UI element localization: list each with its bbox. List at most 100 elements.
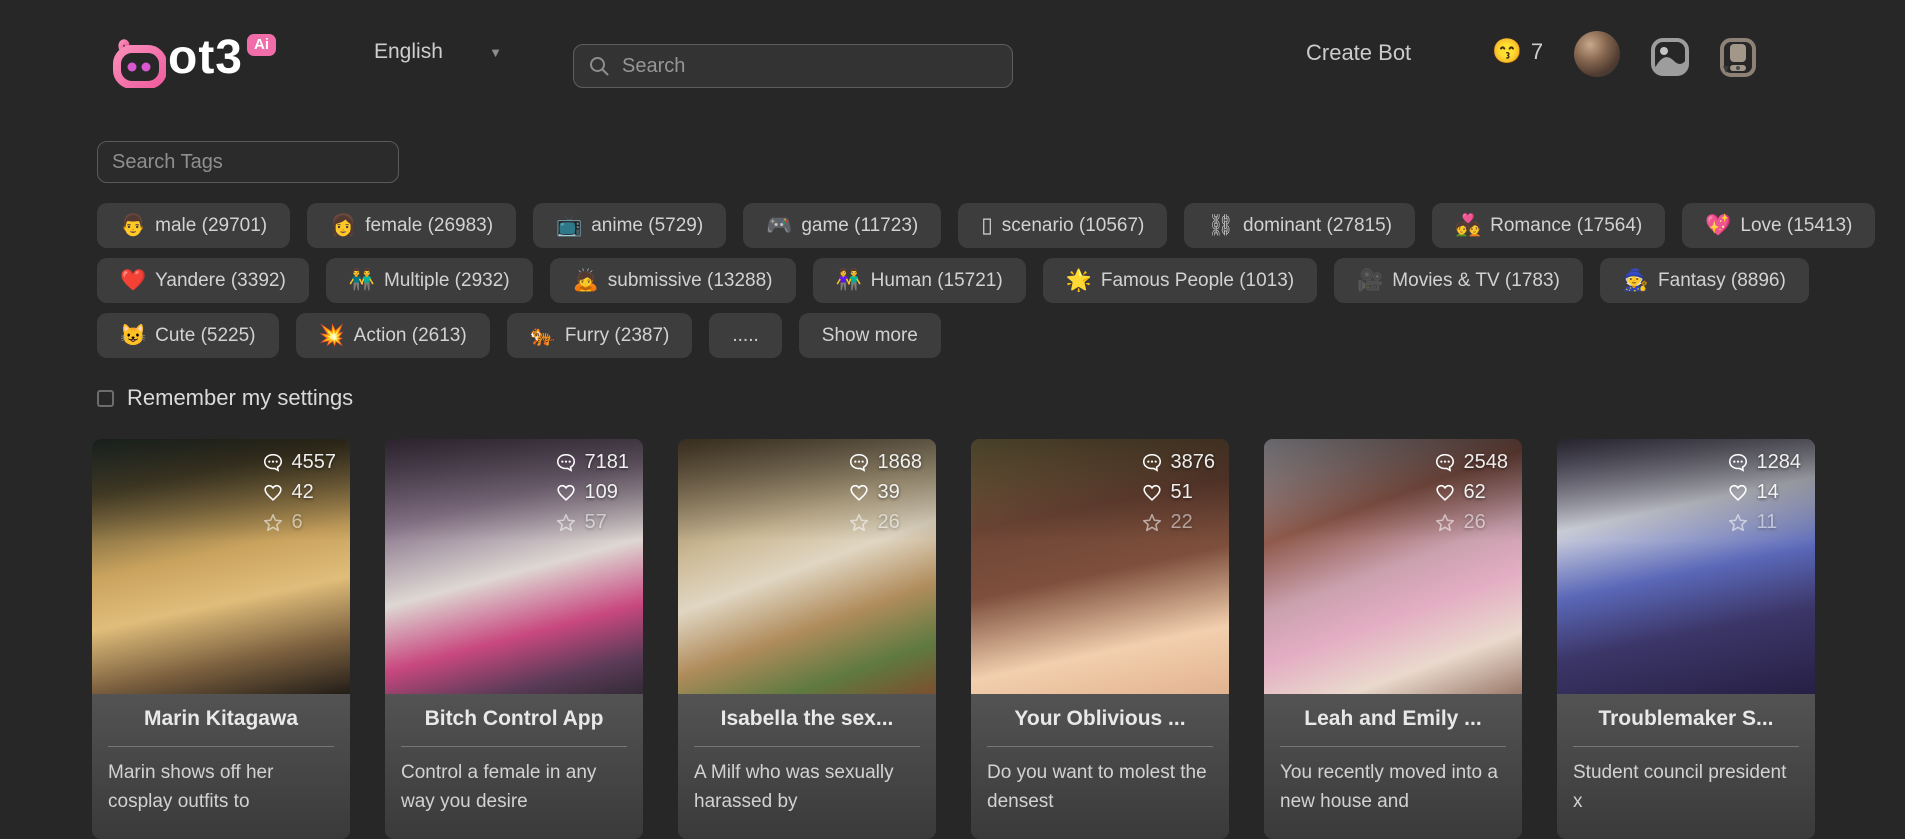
comments-stat: 7181 [555, 451, 630, 474]
heart-icon [848, 482, 870, 504]
likes-stat: 39 [848, 481, 900, 504]
tag-label: anime (5729) [591, 215, 703, 237]
tag-label: submissive (13288) [608, 270, 773, 292]
tag-label: scenario (10567) [1002, 215, 1145, 237]
star-icon [555, 512, 577, 534]
bot-card-isabella[interactable]: 1868 39 26 Isabella the sex... A Milf wh… [678, 439, 936, 839]
tag-submissive[interactable]: 🙇 submissive (13288) [550, 258, 796, 303]
bot-card-marin-kitagawa[interactable]: 4557 42 6 Marin Kitagawa Marin shows off… [92, 439, 350, 839]
remember-label: Remember my settings [127, 385, 353, 411]
comments-stat: 3876 [1141, 451, 1216, 474]
movie-camera-emoji-icon: 🎥 [1357, 270, 1383, 291]
bot-card-description: Control a female in any way you desire [401, 758, 627, 817]
tag-human[interactable]: 👫 Human (15721) [813, 258, 1026, 303]
star-icon [1141, 512, 1163, 534]
likes-stat: 109 [555, 481, 618, 504]
tag-love[interactable]: 💖Love (15413) [1682, 203, 1875, 248]
tag-label: dominant (27815) [1243, 215, 1392, 237]
stars-stat: 6 [262, 511, 303, 534]
tag-famous-people[interactable]: 🌟Famous People (1013) [1043, 258, 1317, 303]
tag-ellipsis-button[interactable]: ..... [709, 313, 781, 358]
tag-male[interactable]: 👨male (29701) [97, 203, 290, 248]
bowing-person-emoji-icon: 🙇 [573, 270, 599, 291]
heart-icon [262, 482, 284, 504]
star-icon [848, 512, 870, 534]
search-tags-input[interactable] [97, 141, 399, 183]
heart-icon [1434, 482, 1456, 504]
red-heart-emoji-icon: ❤️ [120, 270, 146, 291]
card-stats: 4557 42 6 [262, 451, 337, 534]
bot-card-title: Your Oblivious ... [971, 707, 1229, 731]
credits-balance[interactable]: 😙 7 [1492, 38, 1543, 66]
tag-scenario[interactable]: ▯scenario (10567) [958, 203, 1167, 248]
bot-card-body: Isabella the sex... A Milf who was sexua… [678, 694, 936, 839]
bot-card-title: Troublemaker S... [1557, 707, 1815, 731]
star-icon [262, 512, 284, 534]
tag-cute[interactable]: 😺Cute (5225) [97, 313, 279, 358]
tag-action[interactable]: 💥Action (2613) [296, 313, 490, 358]
tag-label: Fantasy (8896) [1658, 270, 1786, 292]
tag-label: Furry (2387) [565, 325, 670, 347]
tag-label: Human (15721) [871, 270, 1003, 292]
credits-icon: 😙 [1492, 38, 1522, 66]
tag-anime[interactable]: 📺anime (5729) [533, 203, 726, 248]
device-button[interactable] [1718, 37, 1758, 77]
bot-card-image: 2548 62 26 [1264, 439, 1522, 694]
tiger-emoji-icon: 🐅 [530, 325, 556, 346]
search-input[interactable] [620, 54, 998, 79]
remember-checkbox[interactable] [97, 390, 114, 407]
bot-card-description: You recently moved into a new house and [1280, 758, 1506, 817]
tag-female[interactable]: 👩female (26983) [307, 203, 516, 248]
gallery-button[interactable] [1650, 37, 1690, 77]
bot-card-leah-and-emily[interactable]: 2548 62 26 Leah and Emily ... You recent… [1264, 439, 1522, 839]
language-value: English [374, 40, 443, 64]
create-bot-button[interactable]: Create Bot [1306, 40, 1411, 66]
tag-label: Movies & TV (1783) [1392, 270, 1560, 292]
bot-card-your-oblivious[interactable]: 3876 51 22 Your Oblivious ... Do you wan… [971, 439, 1229, 839]
tag-yandere[interactable]: ❤️Yandere (3392) [97, 258, 309, 303]
tag-fantasy[interactable]: 🧙Fantasy (8896) [1600, 258, 1809, 303]
show-more-button[interactable]: Show more [799, 313, 941, 358]
likes-stat: 62 [1434, 481, 1486, 504]
stars-stat: 11 [1727, 511, 1778, 534]
search-icon [588, 55, 610, 77]
bot-card-body: Troublemaker S... Student council presid… [1557, 694, 1815, 839]
tag-dominant[interactable]: ⛓dominant (27815) [1184, 203, 1415, 248]
gallery-icon [1650, 37, 1690, 77]
chevron-down-icon: ▼ [489, 45, 502, 60]
tag-romance[interactable]: 💑Romance (17564) [1432, 203, 1665, 248]
tag-furry[interactable]: 🐅 Furry (2387) [507, 313, 693, 358]
couple-emoji-icon: 👫 [836, 270, 862, 291]
gamepad-emoji-icon: 🎮 [766, 215, 792, 236]
logo[interactable]: ot3 Ai [112, 30, 276, 88]
bot-card-grid: 4557 42 6 Marin Kitagawa Marin shows off… [92, 439, 1815, 839]
search-bar [573, 44, 1013, 88]
divider [694, 746, 920, 747]
bot-card-image: 1868 39 26 [678, 439, 936, 694]
bot-card-body: Bitch Control App Control a female in an… [385, 694, 643, 839]
likes-stat: 14 [1727, 481, 1779, 504]
tag-game[interactable]: 🎮game (11723) [743, 203, 941, 248]
bot-card-body: Leah and Emily ... You recently moved in… [1264, 694, 1522, 839]
tag-row-2: ❤️Yandere (3392) 👬Multiple (2932) 🙇 submi… [97, 258, 1809, 303]
divider [108, 746, 334, 747]
bot-card-troublemaker[interactable]: 1284 14 11 Troublemaker S... Student cou… [1557, 439, 1815, 839]
language-selector[interactable]: English ▼ [374, 40, 502, 64]
bot-card-bitch-control-app[interactable]: 7181 109 57 Bitch Control App Control a … [385, 439, 643, 839]
comments-stat: 2548 [1434, 451, 1509, 474]
stars-stat: 26 [848, 511, 900, 534]
bot-card-body: Your Oblivious ... Do you want to molest… [971, 694, 1229, 839]
card-stats: 7181 109 57 [555, 451, 630, 534]
cat-face-emoji-icon: 😺 [120, 325, 146, 346]
likes-stat: 51 [1141, 481, 1193, 504]
comment-icon [1727, 452, 1749, 474]
tag-multiple[interactable]: 👬Multiple (2932) [326, 258, 533, 303]
comment-icon [1434, 452, 1456, 474]
user-avatar[interactable] [1574, 31, 1620, 77]
sparkling-heart-emoji-icon: 💖 [1705, 215, 1731, 236]
credits-count: 7 [1531, 39, 1543, 65]
tag-movies-tv[interactable]: 🎥 Movies & TV (1783) [1334, 258, 1583, 303]
star-icon [1434, 512, 1456, 534]
card-stats: 3876 51 22 [1141, 451, 1216, 534]
card-stats: 2548 62 26 [1434, 451, 1509, 534]
